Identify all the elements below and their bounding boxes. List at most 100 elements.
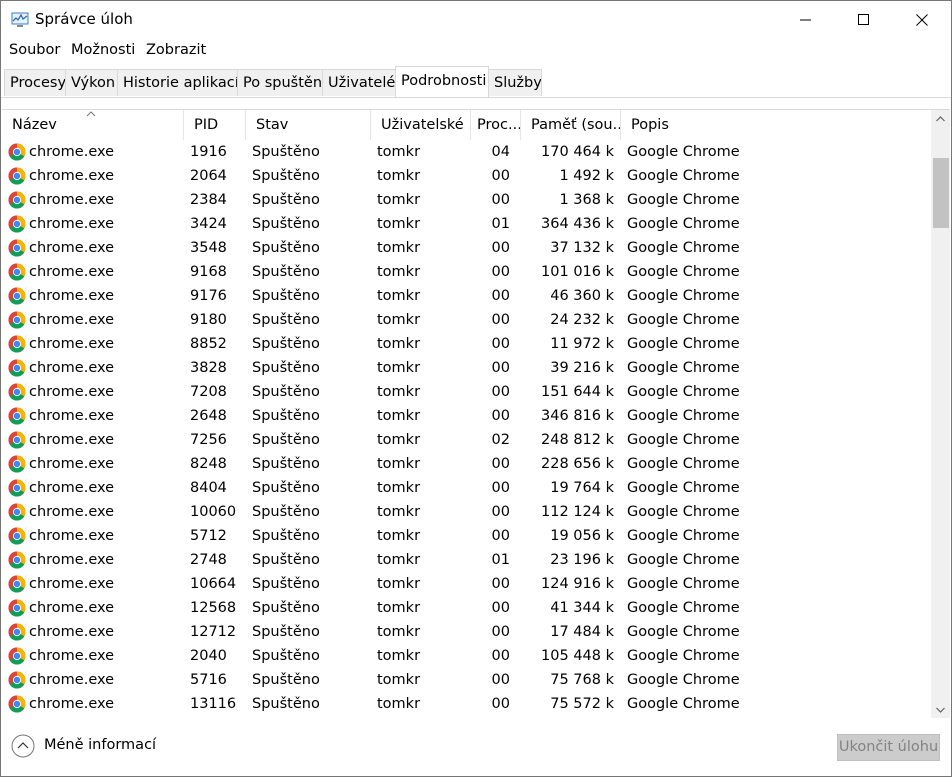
table-row[interactable]: chrome.exe 10664 Spuštěno tomkr 00 124 916 k G… xyxy=(2,572,930,596)
table-row[interactable]: chrome.exe 8404 Spuštěno tomkr 00 19 764 k Goo… xyxy=(2,476,930,500)
maximize-button[interactable] xyxy=(835,1,893,39)
scroll-down-button[interactable] xyxy=(931,701,950,718)
pid-cell: 7256 xyxy=(190,432,227,448)
memory-cell: 75 768 k xyxy=(550,672,614,688)
table-row[interactable]: chrome.exe 5716 Spuštěno tomkr 00 75 768 k Goo… xyxy=(2,668,930,692)
sort-ascending-icon xyxy=(86,111,96,117)
cpu-cell: 00 xyxy=(491,240,510,256)
table-row[interactable]: chrome.exe 9168 Spuštěno tomkr 00 101 016 k Go… xyxy=(2,260,930,284)
status-cell: Spuštěno xyxy=(252,456,320,472)
end-task-button[interactable]: Ukončit úlohu xyxy=(837,734,940,761)
description-cell: Google Chrome xyxy=(627,600,740,616)
process-name-cell: chrome.exe xyxy=(2,572,182,596)
process-name: chrome.exe xyxy=(29,288,115,304)
table-row[interactable]: chrome.exe 12568 Spuštěno tomkr 00 41 344 k Go… xyxy=(2,596,930,620)
cpu-cell: 00 xyxy=(491,384,510,400)
chrome-icon xyxy=(8,455,26,473)
column-header-status[interactable]: Stav xyxy=(246,110,371,140)
chrome-icon xyxy=(8,551,26,569)
column-header-memory[interactable]: Paměť (sou... xyxy=(521,110,621,140)
column-header-user[interactable]: Uživatelské ... xyxy=(371,110,471,140)
table-row[interactable]: chrome.exe 12712 Spuštěno tomkr 00 17 484 k Go… xyxy=(2,620,930,644)
description-cell: Google Chrome xyxy=(627,408,740,424)
table-row[interactable]: chrome.exe 3424 Spuštěno tomkr 01 364 436 k Go… xyxy=(2,212,930,236)
cpu-cell: 00 xyxy=(491,504,510,520)
table-row[interactable]: chrome.exe 5712 Spuštěno tomkr 00 19 056 k Goo… xyxy=(2,524,930,548)
close-button[interactable] xyxy=(893,1,951,39)
table-row[interactable]: chrome.exe 3828 Spuštěno tomkr 00 39 216 k Goo… xyxy=(2,356,930,380)
table-row[interactable]: chrome.exe 8852 Spuštěno tomkr 00 11 972 k Goo… xyxy=(2,332,930,356)
user-cell: tomkr xyxy=(377,600,421,616)
menu-view[interactable]: Zobrazit xyxy=(146,42,206,58)
column-header-cpu[interactable]: Proc... xyxy=(471,110,521,140)
tab-details[interactable]: Podrobnosti xyxy=(395,66,489,97)
fewer-details-link[interactable]: Méně informací xyxy=(44,737,156,753)
table-row[interactable]: chrome.exe 7256 Spuštěno tomkr 02 248 812 k Go… xyxy=(2,428,930,452)
description-cell: Google Chrome xyxy=(627,552,740,568)
pid-cell: 2748 xyxy=(190,552,227,568)
status-cell: Spuštěno xyxy=(252,360,320,376)
pid-cell: 8248 xyxy=(190,456,227,472)
status-cell: Spuštěno xyxy=(252,240,320,256)
pid-cell: 5712 xyxy=(190,528,227,544)
chrome-icon xyxy=(8,311,26,329)
window-title: Správce úloh xyxy=(35,10,133,28)
table-row[interactable]: chrome.exe 8248 Spuštěno tomkr 00 228 656 k Go… xyxy=(2,452,930,476)
cpu-cell: 01 xyxy=(491,216,510,232)
pid-cell: 3424 xyxy=(190,216,227,232)
chrome-icon xyxy=(8,143,26,161)
scroll-thumb[interactable] xyxy=(933,158,949,228)
table-row[interactable]: chrome.exe 2064 Spuštěno tomkr 00 1 492 k Goog… xyxy=(2,164,930,188)
table-row[interactable]: chrome.exe 3548 Spuštěno tomkr 00 37 132 k Goo… xyxy=(2,236,930,260)
status-cell: Spuštěno xyxy=(252,648,320,664)
column-header-name[interactable]: Název xyxy=(2,110,184,140)
table-row[interactable]: chrome.exe 2748 Spuštěno tomkr 01 23 196 k Goo… xyxy=(2,548,930,572)
memory-cell: 11 972 k xyxy=(550,336,614,352)
tab-users[interactable]: Uživatelé xyxy=(322,69,396,96)
memory-cell: 1 368 k xyxy=(559,192,614,208)
column-header-pid[interactable]: PID xyxy=(184,110,246,140)
cpu-cell: 01 xyxy=(491,552,510,568)
pid-cell: 12712 xyxy=(190,624,237,640)
menu-options[interactable]: Možnosti xyxy=(71,42,135,58)
process-name-cell: chrome.exe xyxy=(2,668,182,692)
vertical-scrollbar[interactable] xyxy=(931,110,950,718)
table-row[interactable]: chrome.exe 7208 Spuštěno tomkr 00 151 644 k Go… xyxy=(2,380,930,404)
process-name-cell: chrome.exe xyxy=(2,596,182,620)
tab-app-history[interactable]: Historie aplikací xyxy=(117,69,238,96)
column-header-description[interactable]: Popis xyxy=(621,110,930,140)
chrome-icon xyxy=(8,671,26,689)
tab-services[interactable]: Služby xyxy=(488,69,542,96)
scroll-up-button[interactable] xyxy=(931,110,950,127)
table-row[interactable]: chrome.exe 2384 Spuštěno tomkr 00 1 368 k Goog… xyxy=(2,188,930,212)
table-row[interactable]: chrome.exe 9180 Spuštěno tomkr 00 24 232 k Goo… xyxy=(2,308,930,332)
description-cell: Google Chrome xyxy=(627,192,740,208)
tab-performance[interactable]: Výkon xyxy=(65,69,118,96)
menu-file[interactable]: Soubor xyxy=(9,42,60,58)
collapse-chevron-icon[interactable] xyxy=(11,734,35,758)
table-header: Název PID Stav Uživatelské ... Proc... P… xyxy=(2,110,930,140)
cpu-cell: 00 xyxy=(491,600,510,616)
table-body: chrome.exe 1916 Spuštěno tomkr 04 170 464 k Go… xyxy=(2,140,930,716)
status-cell: Spuštěno xyxy=(252,264,320,280)
table-row[interactable]: chrome.exe 9176 Spuštěno tomkr 00 46 360 k Goo… xyxy=(2,284,930,308)
table-row[interactable]: chrome.exe 2040 Spuštěno tomkr 00 105 448 k Go… xyxy=(2,644,930,668)
description-cell: Google Chrome xyxy=(627,576,740,592)
chrome-icon xyxy=(8,599,26,617)
user-cell: tomkr xyxy=(377,360,421,376)
pid-cell: 9180 xyxy=(190,312,227,328)
table-row[interactable]: chrome.exe 10060 Spuštěno tomkr 00 112 124 k G… xyxy=(2,500,930,524)
table-row[interactable]: chrome.exe 2648 Spuštěno tomkr 00 346 816 k Go… xyxy=(2,404,930,428)
table-row[interactable]: chrome.exe 13116 Spuštěno tomkr 00 75 572 k Go… xyxy=(2,692,930,716)
process-name: chrome.exe xyxy=(29,168,115,184)
minimize-button[interactable] xyxy=(777,1,835,39)
table-row[interactable]: chrome.exe 1916 Spuštěno tomkr 04 170 464 k Go… xyxy=(2,140,930,164)
tab-processes[interactable]: Procesy xyxy=(4,69,66,96)
user-cell: tomkr xyxy=(377,216,421,232)
chrome-icon xyxy=(8,167,26,185)
process-name: chrome.exe xyxy=(29,384,115,400)
tab-startup[interactable]: Po spuštění xyxy=(237,69,323,96)
memory-cell: 364 436 k xyxy=(541,216,614,232)
memory-cell: 41 344 k xyxy=(550,600,614,616)
description-cell: Google Chrome xyxy=(627,240,740,256)
